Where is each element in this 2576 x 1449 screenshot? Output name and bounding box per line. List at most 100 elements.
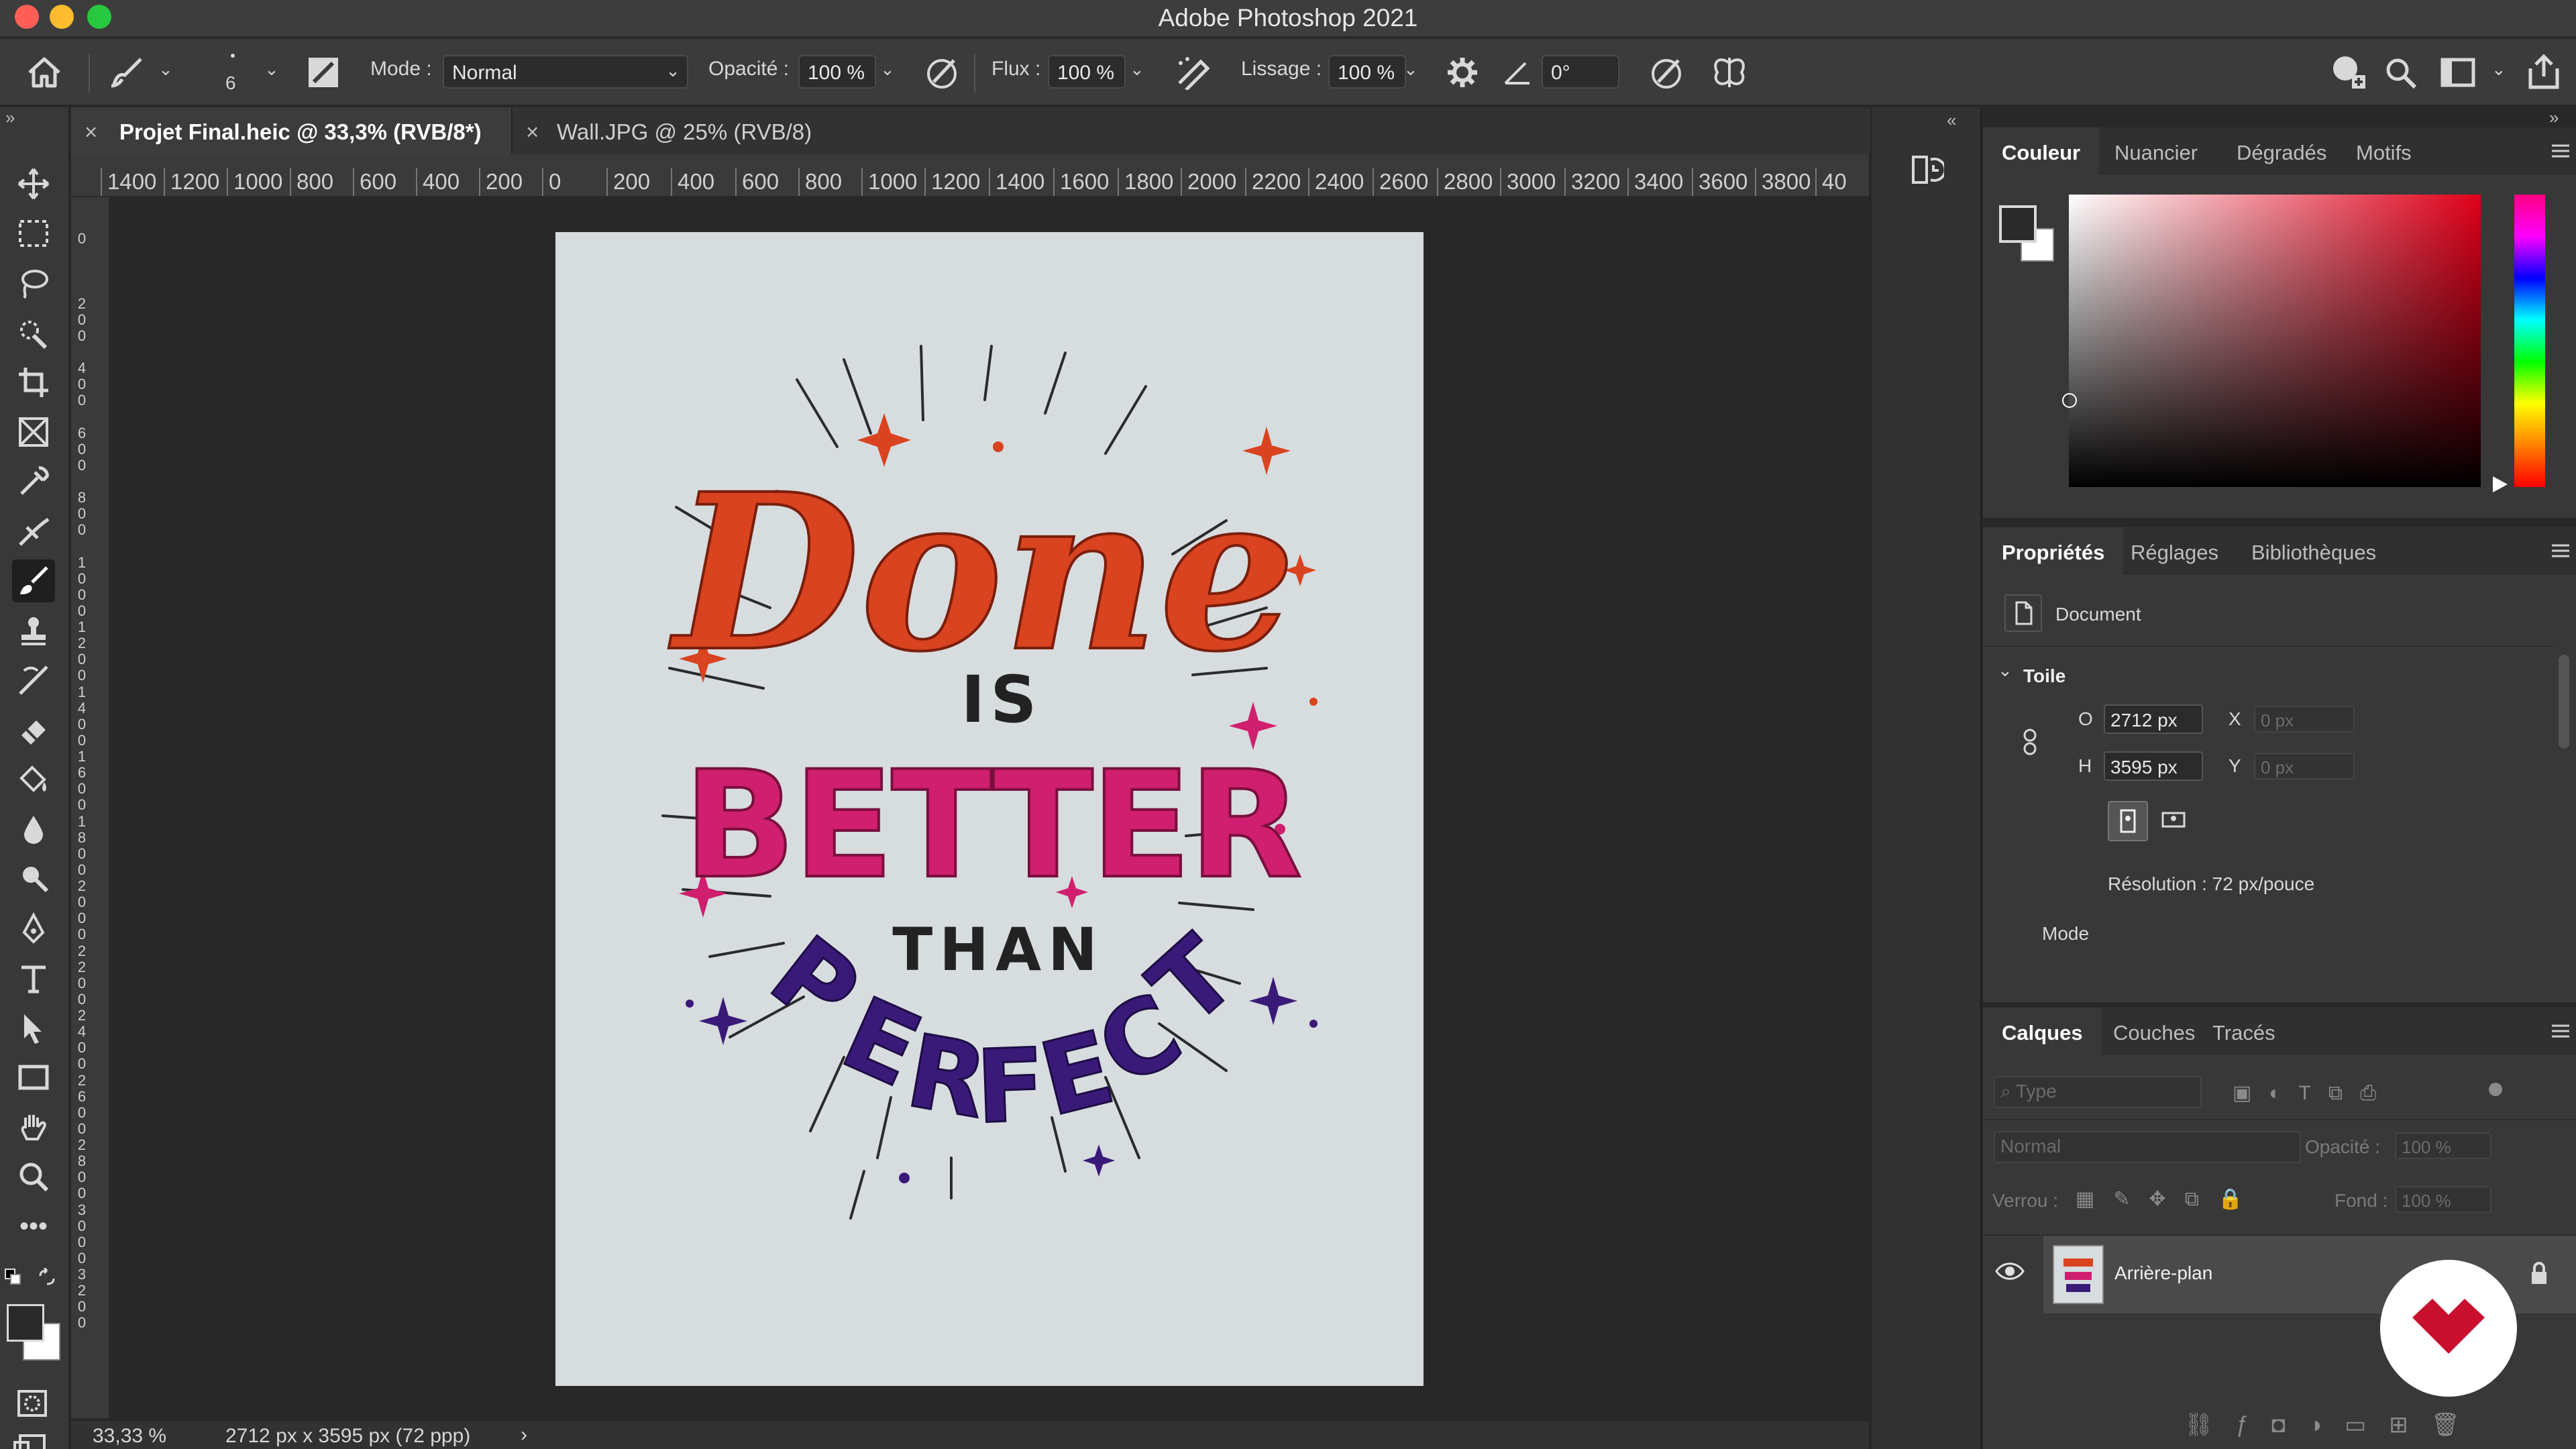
flow-caret-icon[interactable]: ⌄: [1130, 59, 1144, 80]
flow-input[interactable]: 100 %: [1048, 55, 1126, 89]
gear-icon[interactable]: [1445, 55, 1480, 90]
workspace-caret-icon[interactable]: ⌄: [2491, 59, 2506, 80]
opacity-caret-icon[interactable]: ⌄: [880, 59, 895, 80]
lasso-tool-icon[interactable]: [12, 262, 55, 305]
layer-actions-bar[interactable]: ⛓ƒ◘◑▭⊞🗑: [2184, 1411, 2483, 1438]
marquee-tool-icon[interactable]: [12, 212, 55, 255]
color-panel-tabs: Couleur Nuancier Dégradés Motifs: [1983, 127, 2576, 174]
path-selection-tool-icon[interactable]: [12, 1006, 55, 1049]
portrait-orientation-button[interactable]: [2108, 801, 2148, 841]
tab-calques[interactable]: Calques: [1983, 1008, 2102, 1055]
crop-tool-icon[interactable]: [12, 361, 55, 404]
fill-input[interactable]: 100 %: [2395, 1186, 2491, 1213]
zoom-level[interactable]: 33,33 %: [93, 1425, 166, 1448]
link-dimensions-icon[interactable]: [2021, 727, 2039, 757]
hue-slider-handle[interactable]: [2493, 476, 2508, 492]
tab-nuancier[interactable]: Nuancier: [2096, 127, 2216, 174]
zoom-tool-icon[interactable]: [12, 1155, 55, 1198]
ruler-tick-label: 2800: [1444, 169, 1493, 194]
blur-tool-icon[interactable]: [12, 808, 55, 851]
document-tab-wall[interactable]: × Wall.JPG @ 25% (RVB/8): [511, 107, 914, 154]
opacity-input[interactable]: 100 %: [798, 55, 876, 89]
panel-menu-icon[interactable]: [2551, 144, 2571, 158]
workspace-icon[interactable]: [2440, 58, 2475, 87]
history-panel-icon[interactable]: [1911, 153, 1944, 186]
layer-opacity-input[interactable]: 100 %: [2395, 1132, 2491, 1159]
lock-options-icons[interactable]: ▦✎✥⧉🔒: [2076, 1187, 2261, 1211]
pressure-opacity-icon[interactable]: [924, 55, 962, 90]
quick-mask-icon[interactable]: [16, 1389, 48, 1418]
status-expand-icon[interactable]: ›: [521, 1424, 527, 1446]
tab-motifs[interactable]: Motifs: [2337, 127, 2430, 174]
brush-panel-toggle-icon[interactable]: [306, 55, 341, 90]
type-tool-icon[interactable]: [12, 957, 55, 1000]
eraser-tool-icon[interactable]: [12, 708, 55, 751]
hand-tool-icon[interactable]: [12, 1106, 55, 1148]
pen-tool-icon[interactable]: [12, 907, 55, 950]
rectangle-tool-icon[interactable]: [12, 1056, 55, 1099]
dodge-tool-icon[interactable]: [12, 857, 55, 900]
search-icon[interactable]: [2384, 56, 2418, 90]
healing-brush-tool-icon[interactable]: [12, 510, 55, 553]
history-brush-tool-icon[interactable]: [12, 659, 55, 702]
symmetry-icon[interactable]: [1709, 54, 1750, 91]
blend-mode-select[interactable]: Normal: [1994, 1131, 2301, 1163]
tab-traces[interactable]: Tracés: [2194, 1008, 2294, 1055]
frame-tool-icon[interactable]: [12, 411, 55, 453]
airbrush-icon[interactable]: [1174, 55, 1214, 90]
brush-preset-caret-icon[interactable]: ⌄: [158, 59, 173, 80]
more-tools-icon[interactable]: •••: [12, 1205, 55, 1248]
hue-slider[interactable]: [2514, 195, 2545, 487]
tools-panel: » •••: [0, 107, 70, 1449]
panel-menu-icon[interactable]: [2551, 1024, 2571, 1038]
canvas-height-input[interactable]: 3595 px: [2104, 751, 2203, 781]
paint-bucket-tool-icon[interactable]: [12, 758, 55, 801]
default-colors-icon[interactable]: [4, 1268, 21, 1285]
tab-degrades[interactable]: Dégradés: [2218, 127, 2345, 174]
filter-toggle-icon[interactable]: [2489, 1083, 2502, 1096]
pressure-size-icon[interactable]: [1649, 55, 1686, 90]
mode-select-value: Normal: [452, 62, 517, 84]
canvas-y-input[interactable]: 0 px: [2254, 753, 2355, 780]
properties-scrollbar[interactable]: [2559, 655, 2569, 749]
brush-tool-icon[interactable]: [12, 559, 55, 602]
collapse-right-panels-icon[interactable]: »: [2549, 107, 2559, 128]
document-tab-projet-final[interactable]: × Projet Final.heic @ 33,3% (RVB/8*): [71, 107, 511, 154]
smoothing-caret-icon[interactable]: ⌄: [1403, 59, 1418, 80]
tab-proprietes[interactable]: Propriétés: [1983, 527, 2124, 574]
color-picker-handle[interactable]: [2062, 393, 2077, 408]
canvas-width-input[interactable]: 2712 px: [2104, 704, 2203, 734]
panel-menu-icon[interactable]: [2551, 543, 2571, 558]
angle-input[interactable]: 0°: [1542, 55, 1619, 89]
chevron-down-icon[interactable]: ⌄: [1998, 660, 2012, 681]
learn-icon[interactable]: [2329, 52, 2367, 90]
landscape-orientation-button[interactable]: [2155, 801, 2195, 841]
share-icon[interactable]: [2526, 52, 2561, 90]
home-icon[interactable]: [27, 56, 62, 89]
smoothing-input[interactable]: 100 %: [1328, 55, 1406, 89]
layer-filter-select[interactable]: ⌕ Type: [1994, 1076, 2202, 1108]
brush-preset-icon[interactable]: [107, 55, 148, 89]
layer-filter-icons[interactable]: ▣◐T⧉⎙: [2233, 1081, 2394, 1105]
stamp-tool-icon[interactable]: [12, 609, 55, 652]
canvas-x-input[interactable]: 0 px: [2254, 706, 2355, 733]
swap-colors-icon[interactable]: [38, 1268, 56, 1287]
tab-couleur[interactable]: Couleur: [1983, 127, 2100, 174]
close-tab-icon[interactable]: ×: [85, 119, 97, 145]
collapse-toolbar-icon[interactable]: »: [5, 107, 15, 128]
color-saturation-field[interactable]: [2062, 195, 2481, 487]
tab-bibliotheques[interactable]: Bibliothèques: [2233, 527, 2395, 574]
expand-panels-icon[interactable]: «: [1947, 110, 1956, 131]
brush-size-caret-icon[interactable]: ⌄: [264, 59, 279, 80]
screen-mode-icon[interactable]: [13, 1434, 46, 1449]
tab-reglages[interactable]: Réglages: [2112, 527, 2237, 574]
document-canvas[interactable]: Done IS BETTER THAN P E R F E C T: [555, 232, 1424, 1386]
eyedropper-tool-icon[interactable]: [12, 460, 55, 503]
visibility-eye-icon[interactable]: [1995, 1261, 2025, 1281]
close-tab-icon[interactable]: ×: [526, 119, 539, 145]
move-tool-icon[interactable]: [12, 162, 55, 205]
quick-select-tool-icon[interactable]: [12, 311, 55, 354]
mode-select[interactable]: Normal ⌄: [443, 55, 688, 89]
foreground-color-swatch[interactable]: [7, 1304, 44, 1342]
panel-foreground-swatch[interactable]: [1999, 205, 2037, 243]
